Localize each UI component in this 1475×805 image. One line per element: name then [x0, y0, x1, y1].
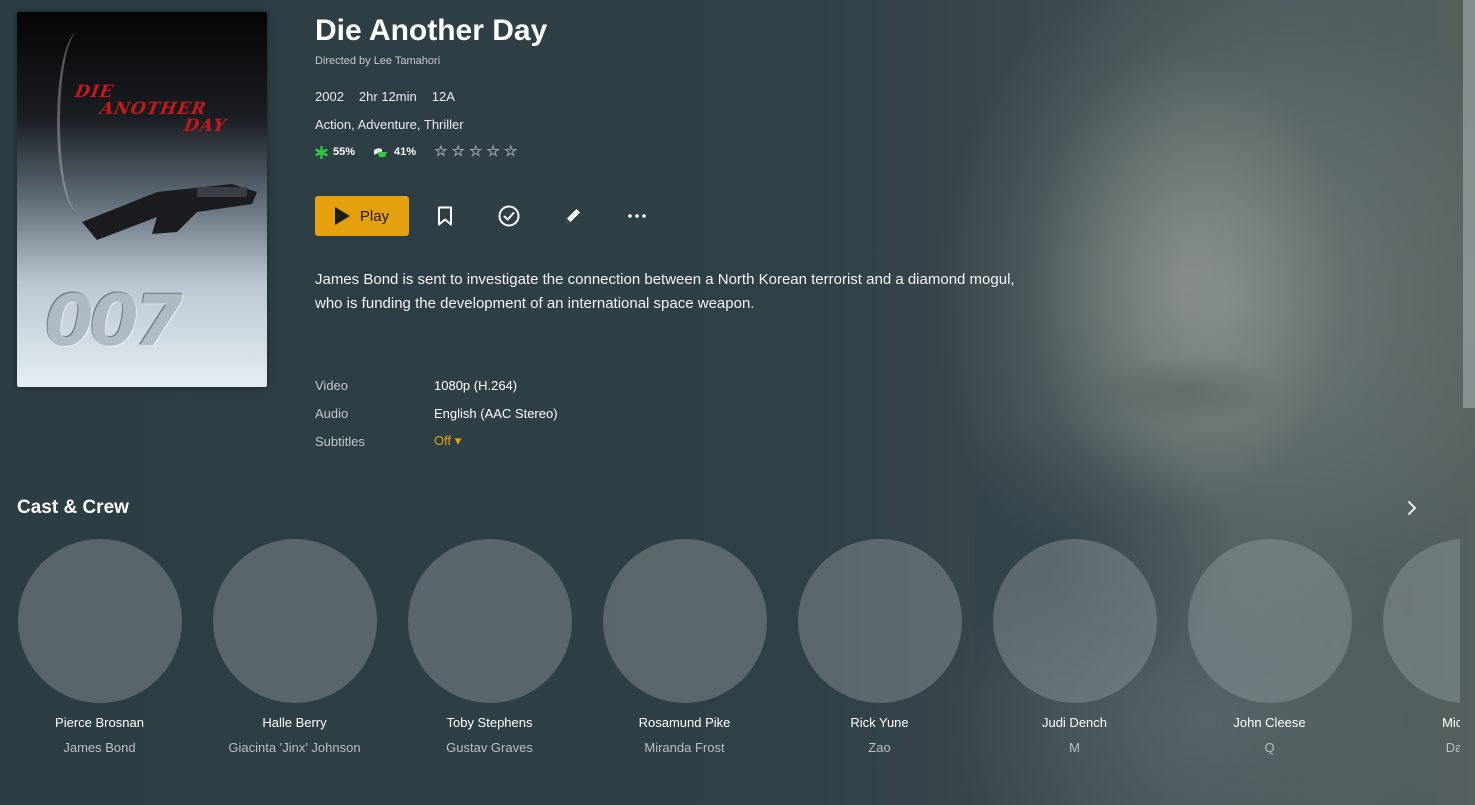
- poster-title: DIE ANOTHER DAY: [68, 82, 234, 136]
- poster-title-line: DAY: [182, 116, 229, 136]
- avatar: [1187, 539, 1352, 703]
- star-icon[interactable]: ☆: [469, 144, 482, 159]
- user-star-rating[interactable]: ☆ ☆ ☆ ☆ ☆: [434, 144, 517, 159]
- cast-role: Giacinta 'Jinx' Johnson: [228, 740, 361, 755]
- video-label: Video: [315, 377, 349, 393]
- subtitles-row: Subtitles Off ▾: [315, 427, 558, 455]
- movie-summary: James Bond is sent to investigate the co…: [315, 271, 1015, 312]
- audience-rating-icon: [374, 147, 388, 157]
- star-icon[interactable]: ☆: [486, 144, 499, 159]
- cast-heading[interactable]: Cast & Crew: [17, 497, 129, 519]
- cast-member[interactable]: Judi Dench M: [992, 539, 1157, 755]
- cast-name: Michael: [1442, 715, 1460, 730]
- vertical-scrollbar[interactable]: [1463, 0, 1475, 408]
- avatar: [797, 539, 962, 703]
- avatar: [602, 539, 767, 703]
- edit-button[interactable]: [557, 200, 589, 232]
- cast-member[interactable]: Rick Yune Zao: [797, 539, 962, 755]
- pencil-icon: [566, 209, 580, 223]
- cast-name: Toby Stephens: [446, 715, 533, 730]
- subtitles-dropdown[interactable]: Off ▾: [434, 433, 461, 449]
- cast-role: Q: [1264, 740, 1275, 755]
- cast-role: Zao: [868, 740, 891, 755]
- audience-rating: 41%: [373, 146, 416, 159]
- cast-member[interactable]: Halle Berry Giacinta 'Jinx' Johnson: [212, 539, 377, 755]
- cast-role: James Bond: [63, 740, 136, 755]
- cast-member[interactable]: Toby Stephens Gustav Graves: [407, 539, 572, 755]
- cast-name: Pierce Brosnan: [55, 715, 144, 730]
- cast-name: John Cleese: [1233, 715, 1306, 730]
- movie-director[interactable]: Directed by Lee Tamahori: [315, 55, 440, 67]
- movie-certificate: 12A: [431, 89, 455, 104]
- check-circle-icon: [498, 205, 520, 227]
- subtitles-label: Subtitles: [315, 433, 365, 449]
- poster-gun: [82, 184, 257, 240]
- movie-poster[interactable]: DIE ANOTHER DAY 007: [17, 12, 267, 387]
- cast-member[interactable]: Rosamund Pike Miranda Frost: [602, 539, 767, 755]
- cast-name: Judi Dench: [1041, 715, 1108, 730]
- cast-next-button[interactable]: [1402, 497, 1422, 519]
- cast-role: Damia: [1445, 740, 1460, 755]
- cast-name: Rick Yune: [850, 715, 909, 730]
- cast-role: Gustav Graves: [446, 740, 533, 755]
- cast-role: Miranda Frost: [644, 740, 725, 755]
- cast-name: Rosamund Pike: [638, 715, 731, 730]
- avatar: [407, 539, 572, 703]
- audio-label: Audio: [315, 405, 349, 421]
- stream-info: Video 1080p (H.264) Audio English (AAC S…: [315, 371, 558, 455]
- audio-value: English (AAC Stereo): [434, 405, 558, 421]
- star-icon[interactable]: ☆: [434, 144, 447, 159]
- movie-meta: 2002 2hr 12min 12A: [315, 89, 455, 104]
- movie-genres[interactable]: Action, Adventure, Thriller: [315, 117, 464, 132]
- avatar: [1382, 539, 1460, 703]
- critic-rating-value: 55%: [333, 146, 356, 158]
- cast-role: M: [1069, 740, 1080, 755]
- more-icon: [628, 214, 646, 218]
- cast-member[interactable]: John Cleese Q: [1187, 539, 1352, 755]
- play-button-label: Play: [359, 207, 390, 225]
- watchlist-button[interactable]: [429, 200, 461, 232]
- audio-row: Audio English (AAC Stereo): [315, 399, 558, 427]
- cast-member[interactable]: Pierce Brosnan James Bond: [17, 539, 182, 755]
- movie-year[interactable]: 2002: [315, 89, 344, 104]
- play-icon: [334, 207, 350, 225]
- avatar: [17, 539, 182, 703]
- mark-watched-button[interactable]: [493, 200, 525, 232]
- more-button[interactable]: [621, 200, 653, 232]
- chevron-right-icon: [1408, 501, 1416, 515]
- critic-rating-icon: [315, 145, 328, 159]
- movie-duration: 2hr 12min: [358, 89, 417, 104]
- cast-name: Halle Berry: [262, 715, 327, 730]
- avatar: [212, 539, 377, 703]
- play-button[interactable]: Play: [315, 196, 409, 236]
- audience-rating-value: 41%: [394, 146, 417, 158]
- video-row: Video 1080p (H.264): [315, 371, 558, 399]
- critic-rating: 55%: [315, 145, 356, 159]
- poster-logo: 007: [45, 280, 183, 362]
- cast-list: Pierce Brosnan James Bond Halle Berry Gi…: [17, 539, 1460, 769]
- star-icon[interactable]: ☆: [504, 144, 517, 159]
- avatar: [992, 539, 1157, 703]
- video-value: 1080p (H.264): [434, 377, 518, 393]
- bookmark-icon: [438, 206, 452, 226]
- ratings-row: 55% 41% ☆ ☆ ☆ ☆ ☆: [315, 144, 517, 159]
- cast-member[interactable]: Michael Damia: [1382, 539, 1460, 755]
- movie-title: Die Another Day: [315, 14, 548, 47]
- star-icon[interactable]: ☆: [452, 144, 465, 159]
